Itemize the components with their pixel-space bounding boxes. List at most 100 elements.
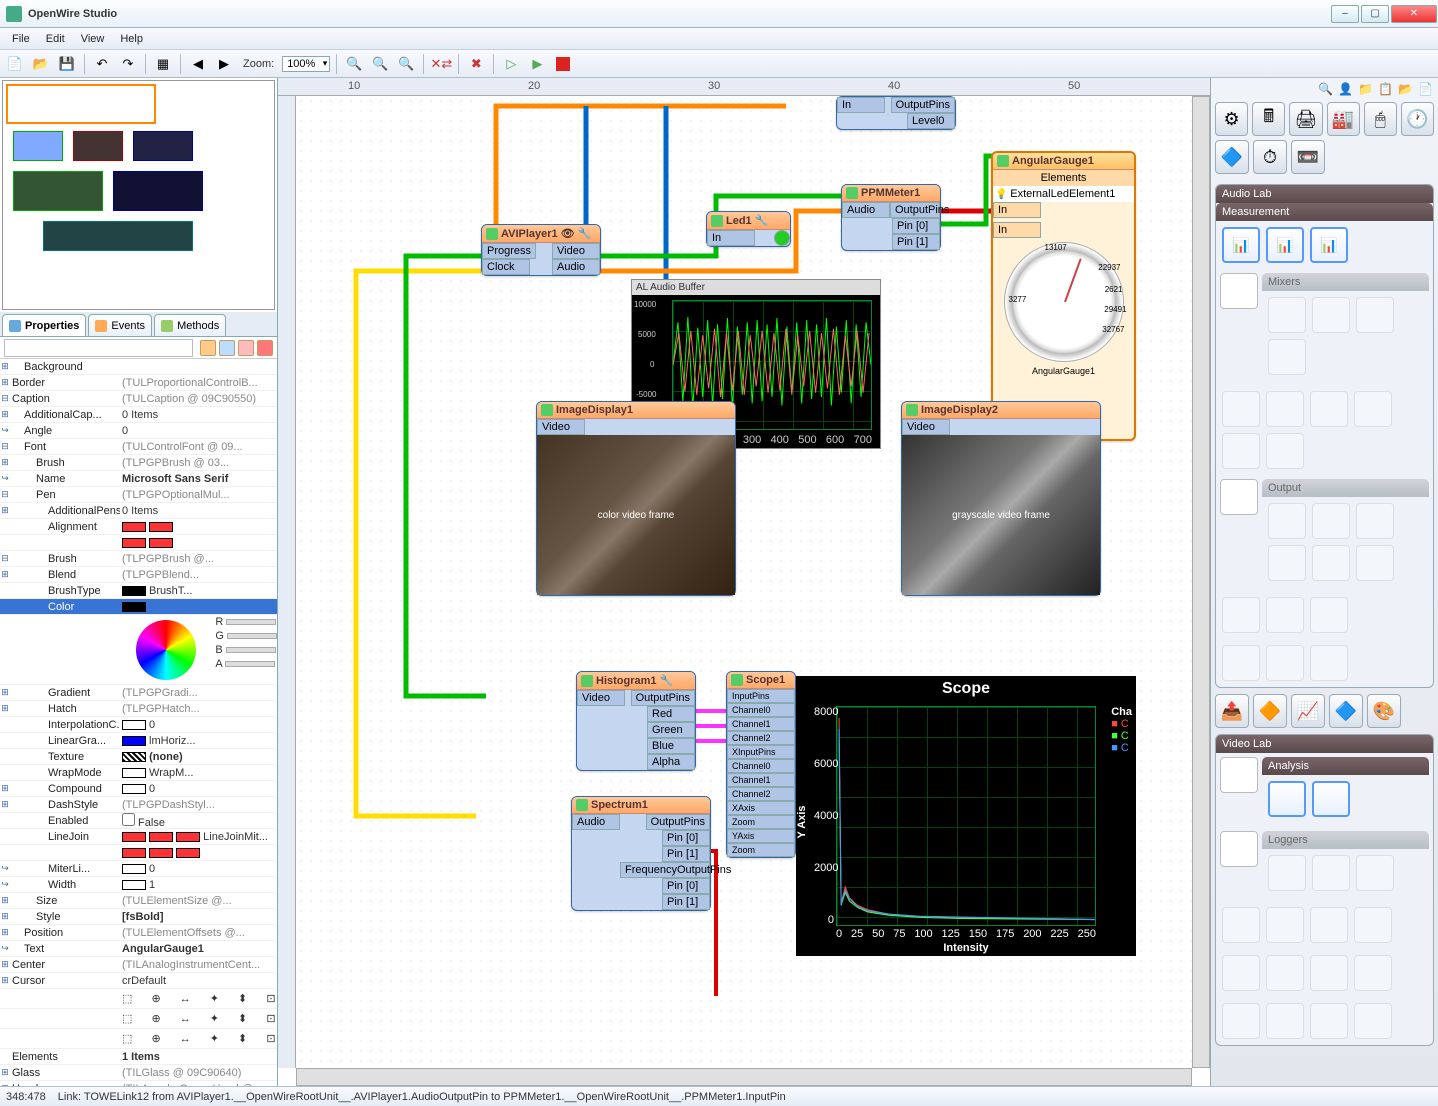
property-row[interactable]: ⊞Style[fsBold]	[0, 909, 277, 925]
step-button[interactable]: ▷	[500, 53, 522, 75]
toolbox-category-button[interactable]: 🔷	[1215, 140, 1249, 174]
property-row[interactable]: ⊞Gradient(TLPGPGradi...	[0, 685, 277, 701]
node-scope[interactable]: Scope1 InputPinsChannel0Channel1Channel2…	[726, 671, 796, 858]
prop-tool-1[interactable]	[200, 340, 216, 356]
toolbox-category-button[interactable]: 📼	[1291, 140, 1325, 174]
prop-tool-2[interactable]	[219, 340, 235, 356]
toolbox-item[interactable]	[1266, 645, 1304, 681]
property-row[interactable]: ⊞CursorcrDefault	[0, 973, 277, 989]
property-row[interactable]: ↪TextAngularGauge1	[0, 941, 277, 957]
new-button[interactable]: 📄	[4, 53, 26, 75]
toolbox-category-button[interactable]: ⚙	[1215, 102, 1248, 136]
prop-tool-3[interactable]	[238, 340, 254, 356]
toolbox-item[interactable]	[1268, 339, 1306, 375]
design-canvas[interactable]: InOutputPins Level0 AVIPlayer1 👁 🔧 Progr…	[296, 96, 1210, 1068]
toolbox-button[interactable]: 🔶	[1253, 694, 1287, 728]
toolbox-item[interactable]	[1222, 907, 1260, 943]
property-row[interactable]	[0, 845, 277, 861]
property-row[interactable]: ⊞Glass(TILGlass @ 09C90640)	[0, 1065, 277, 1081]
minimize-button[interactable]	[1331, 5, 1359, 23]
toolbox-item[interactable]	[1266, 391, 1304, 427]
menu-help[interactable]: Help	[112, 31, 151, 47]
toolbox-item[interactable]	[1356, 545, 1394, 581]
toolbox-item[interactable]	[1268, 781, 1306, 817]
toolbox-button[interactable]: 📤	[1215, 694, 1249, 728]
toolbox-item[interactable]: 📊	[1310, 227, 1348, 263]
toolbox-item[interactable]	[1266, 433, 1304, 469]
property-row[interactable]: ⊞AdditionalCap...0 Items	[0, 407, 277, 423]
toolbox-item[interactable]	[1310, 1003, 1348, 1039]
toolbox-item[interactable]	[1310, 955, 1348, 991]
toolbox-item[interactable]	[1222, 433, 1260, 469]
link-button[interactable]: ✕⇄	[430, 53, 452, 75]
toolbox-category-button[interactable]: 🖨	[1289, 102, 1322, 136]
property-row[interactable]: ⊞Blend(TLPGPBlend...	[0, 567, 277, 583]
nav-fwd-button[interactable]: ▶	[213, 53, 235, 75]
toolbox-subgroup-header[interactable]: Measurement	[1216, 203, 1433, 221]
overview-map[interactable]	[2, 80, 275, 310]
close-button[interactable]	[1391, 5, 1437, 23]
menu-file[interactable]: File	[4, 31, 38, 47]
tab-properties[interactable]: Properties	[2, 314, 86, 336]
zoom-out-button[interactable]: 🔍	[369, 53, 391, 75]
property-row[interactable]: ↪Width 1	[0, 877, 277, 893]
toolbox-item[interactable]	[1312, 545, 1350, 581]
property-row[interactable]: ⬚ ⊕ ↔ ✦ ⬍ ⊡ ◐	[0, 1009, 277, 1029]
zoom-fit-button[interactable]: 🔍	[343, 53, 365, 75]
toolbox-category-button[interactable]: 🕐	[1401, 102, 1434, 136]
toolbox-button[interactable]: 🔷	[1329, 694, 1363, 728]
toolbox-item[interactable]	[1268, 503, 1306, 539]
toolbox-item[interactable]	[1222, 391, 1260, 427]
toolbox-item[interactable]	[1356, 297, 1394, 333]
toolbox-item[interactable]	[1266, 955, 1304, 991]
toolbox-item[interactable]	[1268, 545, 1306, 581]
toolbox-item[interactable]	[1310, 391, 1348, 427]
property-row[interactable]: Texture (none)	[0, 749, 277, 765]
redo-button[interactable]: ↷	[117, 53, 139, 75]
property-row[interactable]: Color	[0, 599, 277, 615]
property-row[interactable]: ⊞DashStyle(TLPGPDashStyl...	[0, 797, 277, 813]
property-row[interactable]: Elements1 Items	[0, 1049, 277, 1065]
toolbox-item[interactable]	[1222, 1003, 1260, 1039]
open-button[interactable]: 📂	[30, 53, 52, 75]
property-row[interactable]: InterpolationC... 0	[0, 717, 277, 733]
delete-button[interactable]: ✖	[465, 53, 487, 75]
property-row[interactable]: ⊞Center(TILAnalogInstrumentCent...	[0, 957, 277, 973]
toolbox-subgroup-header[interactable]: Analysis	[1262, 757, 1429, 775]
nav-back-button[interactable]: ◀	[187, 53, 209, 75]
toolbox-item[interactable]	[1354, 1003, 1392, 1039]
toolbox-item[interactable]	[1356, 855, 1394, 891]
zoom-in-button[interactable]: 🔍	[395, 53, 417, 75]
toolbox-item[interactable]	[1356, 503, 1394, 539]
toolbox-item[interactable]	[1222, 597, 1260, 633]
toolbox-item[interactable]: 📊	[1266, 227, 1304, 263]
menu-view[interactable]: View	[73, 31, 113, 47]
property-row[interactable]: LinearGra... lmHoriz...	[0, 733, 277, 749]
node-ppmmeter[interactable]: PPMMeter1 AudioOutputPins Pin [0] Pin [1…	[841, 184, 941, 251]
node-histogram[interactable]: Histogram1 🔧 VideoOutputPins Red Green B…	[576, 671, 696, 771]
property-row[interactable]: ⊟Caption(TULCaption @ 09C90550)	[0, 391, 277, 407]
node-spectrum[interactable]: Spectrum1 AudioOutputPins Pin [0] Pin [1…	[571, 796, 711, 911]
toolbox-icon[interactable]: 🔍	[1318, 82, 1334, 98]
node-aviplayer[interactable]: AVIPlayer1 👁 🔧 ProgressVideo ClockAudio	[481, 224, 601, 276]
toolbox-category-button[interactable]: 🏭	[1327, 102, 1360, 136]
node-angulargauge[interactable]: AngularGauge1 Elements 💡 ExternalLedElem…	[991, 151, 1136, 441]
toolbox-item[interactable]	[1312, 297, 1350, 333]
toolbox-item[interactable]	[1312, 855, 1350, 891]
toolbox-category-button[interactable]: ⏱	[1253, 140, 1287, 174]
toolbox-item[interactable]	[1222, 955, 1260, 991]
toolbox-item[interactable]	[1310, 907, 1348, 943]
play-button[interactable]: ▶	[526, 53, 548, 75]
property-row[interactable]: WrapMode WrapM...	[0, 765, 277, 781]
toolbox-icon[interactable]: 📂	[1398, 82, 1414, 98]
toolbox-group-header[interactable]: Video Lab	[1216, 735, 1433, 753]
maximize-button[interactable]	[1361, 5, 1389, 23]
tab-methods[interactable]: Methods	[154, 314, 226, 336]
toolbox-item[interactable]	[1354, 955, 1392, 991]
property-row[interactable]: ⊟Brush(TLPGPBrush @...	[0, 551, 277, 567]
h-scrollbar[interactable]	[296, 1068, 1192, 1086]
toolbox-subgroup-header[interactable]: Loggers	[1262, 831, 1429, 849]
property-row[interactable]: ↪MiterLi... 0	[0, 861, 277, 877]
toolbox-icon[interactable]: 📋	[1378, 82, 1394, 98]
property-row[interactable]: ⊞Background	[0, 359, 277, 375]
